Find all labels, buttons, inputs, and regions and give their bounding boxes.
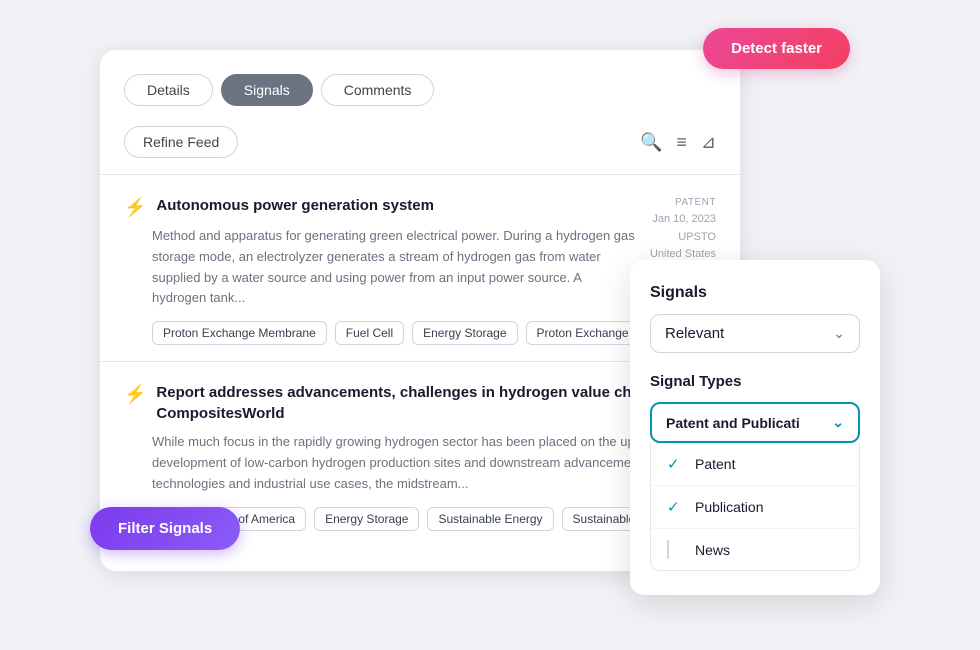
detect-faster-button[interactable]: Detect faster [703,28,850,69]
chevron-down-icon-2: ⌄ [832,414,844,431]
tag-proton-exchange[interactable]: Proton Exchange Membrane [152,321,327,345]
refine-feed-button[interactable]: Refine Feed [124,126,238,158]
patent-type-label: PATENT [650,195,716,211]
tag-fuel-cell[interactable]: Fuel Cell [335,321,404,345]
filter-lines-icon[interactable]: ≡ [676,132,687,153]
signal-desc-1: Method and apparatus for generating gree… [124,226,638,309]
signal-types-value: Patent and Publicati [666,415,800,431]
option-publication-label: Publication [695,499,764,515]
check-news-icon [667,541,685,558]
tabs-row: Details Signals Comments [100,50,740,126]
signal-types-dropdown[interactable]: Patent and Publicati ⌄ [650,402,860,443]
relevant-dropdown[interactable]: Relevant ⌄ [650,314,860,353]
signals-section-label: Signals [650,284,860,302]
filter-signals-button[interactable]: Filter Signals [90,507,240,550]
tag-energy-storage-2[interactable]: Energy Storage [314,507,419,531]
tag-proton-exchange-2[interactable]: Proton Exchange Me... [526,321,638,345]
signal-header-2: ⚡ Report addresses advancements, challen… [124,382,716,424]
search-icon[interactable]: 🔍 [640,132,662,153]
relevant-label: Relevant [665,325,724,342]
tab-comments[interactable]: Comments [321,74,435,106]
funnel-icon[interactable]: ⊿ [701,132,716,153]
feed-icons: 🔍 ≡ ⊿ [640,132,716,153]
tag-energy-storage-1[interactable]: Energy Storage [412,321,517,345]
tag-sustainable-energy[interactable]: Sustainable Energy [427,507,553,531]
option-publication[interactable]: ✓ Publication [651,486,859,529]
patent-org: UPSTO [650,229,716,247]
tags-row-1: Proton Exchange Membrane Fuel Cell Energ… [124,321,638,345]
tab-details[interactable]: Details [124,74,213,106]
checkbox-empty-news [667,540,669,559]
bolt-icon-2: ⚡ [124,384,146,405]
signal-types-section-label: Signal Types [650,373,860,390]
option-patent-label: Patent [695,456,735,472]
patent-date: Jan 10, 2023 [650,211,716,229]
chevron-down-icon: ⌄ [833,325,845,342]
check-publication-icon: ✓ [667,498,685,516]
option-news-label: News [695,542,730,558]
option-news[interactable]: News [651,529,859,570]
patent-meta: PATENT Jan 10, 2023 UPSTO United States [638,195,716,264]
signal-header-1: ⚡ Autonomous power generation system [124,195,638,218]
signal-desc-2: While much focus in the rapidly growing … [124,432,716,494]
check-patent-icon: ✓ [667,455,685,473]
filter-panel: Signals Relevant ⌄ Signal Types Patent a… [630,260,880,595]
tab-signals[interactable]: Signals [221,74,313,106]
option-patent[interactable]: ✓ Patent [651,443,859,486]
feed-controls: Refine Feed 🔍 ≡ ⊿ [100,126,740,174]
options-list: ✓ Patent ✓ Publication News [650,443,860,571]
signal-title-1: Autonomous power generation system [156,195,434,216]
bolt-icon-1: ⚡ [124,197,146,218]
